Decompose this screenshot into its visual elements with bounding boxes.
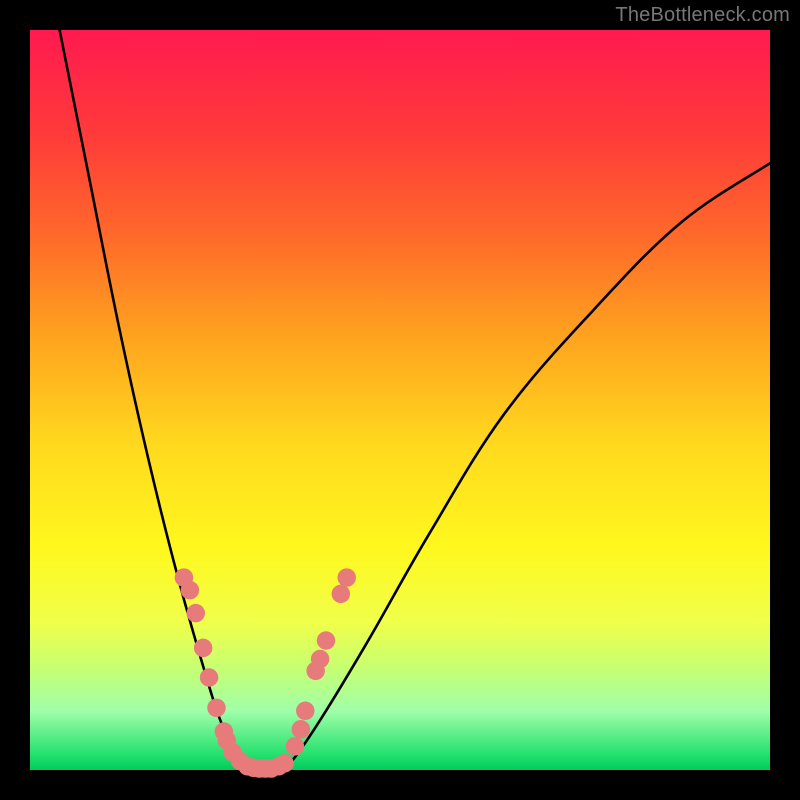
data-marker [275,754,294,773]
curve-layer [60,30,770,771]
data-marker [296,702,315,721]
data-marker [286,737,305,756]
data-marker [207,699,226,718]
data-marker [200,668,219,687]
watermark-text: TheBottleneck.com [615,4,790,27]
data-marker [194,639,213,658]
bottleneck-curve-right [267,163,770,771]
chart-frame: TheBottleneck.com [0,0,800,800]
data-marker [317,631,336,650]
data-marker [332,585,351,604]
data-marker [292,720,311,739]
marker-layer [175,568,356,777]
data-marker [187,604,206,623]
data-marker [311,650,330,669]
plot-area [30,30,770,770]
bottleneck-curve-left [60,30,267,771]
data-marker [181,581,200,600]
chart-svg [30,30,770,770]
data-marker [337,568,356,587]
